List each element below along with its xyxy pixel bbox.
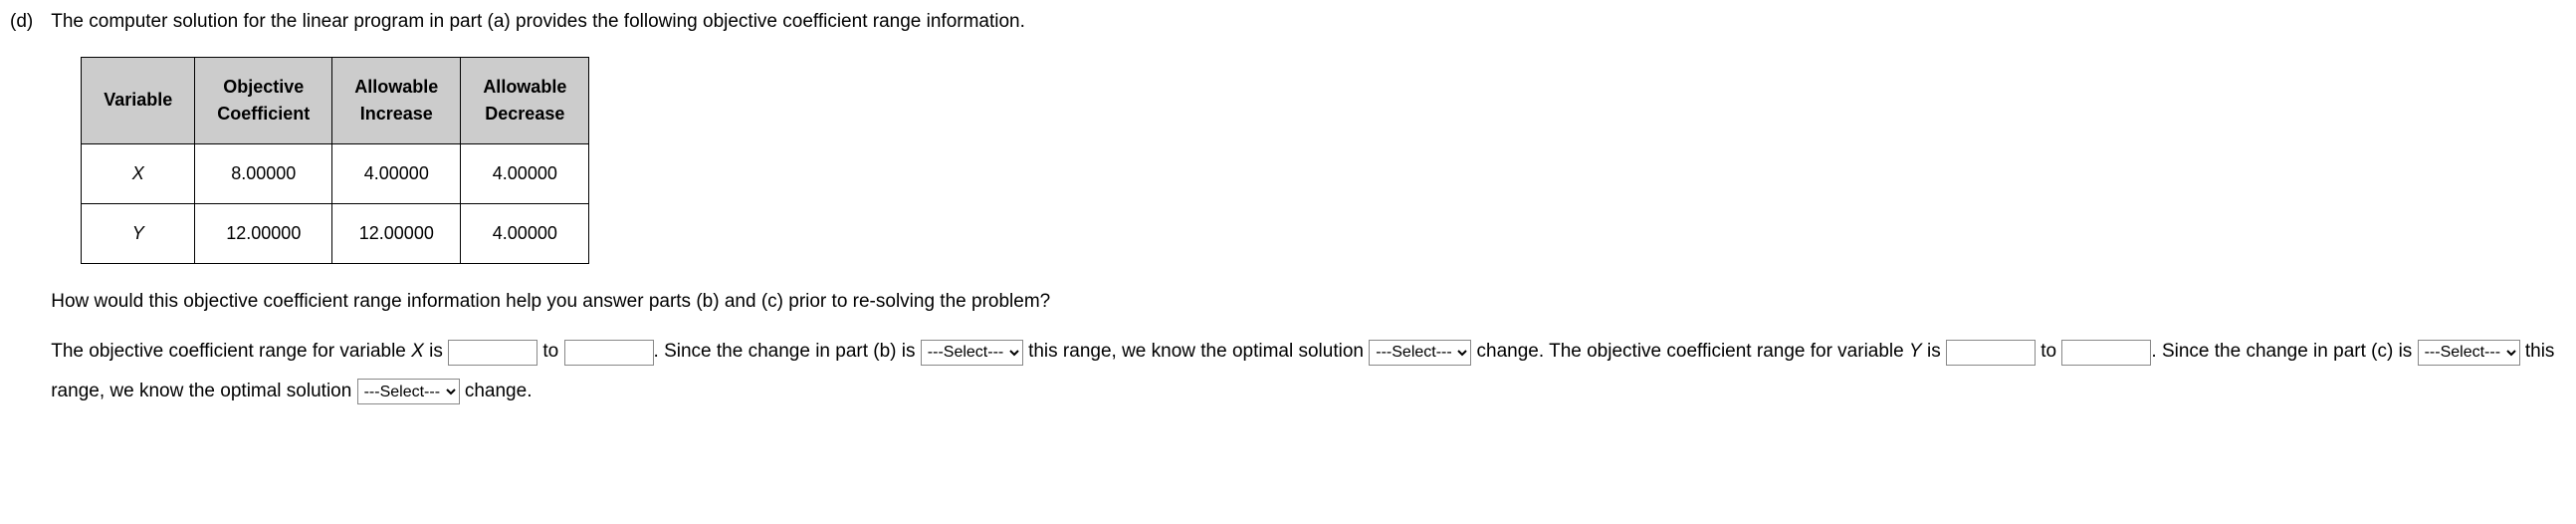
text-segment: this range, we know the optimal solution xyxy=(1023,341,1369,362)
answer-paragraph: The objective coefficient range for vari… xyxy=(51,332,2566,411)
text-to: to xyxy=(537,341,563,362)
part-label: (d) xyxy=(10,8,33,37)
part-c-range-select[interactable]: ---Select--- xyxy=(2418,340,2520,366)
col-variable: Variable xyxy=(82,57,195,143)
cell-obj: 12.00000 xyxy=(195,203,332,263)
cell-dec: 4.00000 xyxy=(461,203,589,263)
part-c-change-select[interactable]: ---Select--- xyxy=(357,379,460,404)
part-b-range-select[interactable]: ---Select--- xyxy=(921,340,1023,366)
table-row: Y 12.00000 12.00000 4.00000 xyxy=(82,203,589,263)
x-range-high-input[interactable] xyxy=(564,340,654,366)
cell-inc: 12.00000 xyxy=(332,203,461,263)
col-allowable-increase: Allowable Increase xyxy=(332,57,461,143)
variable-x: X xyxy=(411,341,424,362)
text-segment: . Since the change in part (c) is xyxy=(2151,341,2417,362)
table-row: X 8.00000 4.00000 4.00000 xyxy=(82,143,589,203)
text-segment: is xyxy=(424,341,448,362)
part-b-change-select[interactable]: ---Select--- xyxy=(1369,340,1471,366)
problem-part-d: (d) The computer solution for the linear… xyxy=(10,8,2566,411)
text-to: to xyxy=(2036,341,2061,362)
cell-variable: Y xyxy=(82,203,195,263)
text-segment: The objective coefficient range for vari… xyxy=(51,341,411,362)
text-segment: change. xyxy=(460,381,533,401)
cell-inc: 4.00000 xyxy=(332,143,461,203)
x-range-low-input[interactable] xyxy=(448,340,537,366)
col-objective-coefficient: Objective Coefficient xyxy=(195,57,332,143)
table-header-row: Variable Objective Coefficient Allowable… xyxy=(82,57,589,143)
text-segment: is xyxy=(1922,341,1946,362)
coefficient-range-table: Variable Objective Coefficient Allowable… xyxy=(81,57,589,264)
variable-y: Y xyxy=(1909,341,1922,362)
intro-text: The computer solution for the linear pro… xyxy=(51,8,2566,37)
text-segment: change. The objective coefficient range … xyxy=(1471,341,1909,362)
cell-variable: X xyxy=(82,143,195,203)
y-range-low-input[interactable] xyxy=(1946,340,2036,366)
question-text: How would this objective coefficient ran… xyxy=(51,288,2566,317)
part-content: The computer solution for the linear pro… xyxy=(51,8,2566,411)
cell-obj: 8.00000 xyxy=(195,143,332,203)
cell-dec: 4.00000 xyxy=(461,143,589,203)
col-allowable-decrease: Allowable Decrease xyxy=(461,57,589,143)
text-segment: . Since the change in part (b) is xyxy=(654,341,921,362)
y-range-high-input[interactable] xyxy=(2061,340,2151,366)
